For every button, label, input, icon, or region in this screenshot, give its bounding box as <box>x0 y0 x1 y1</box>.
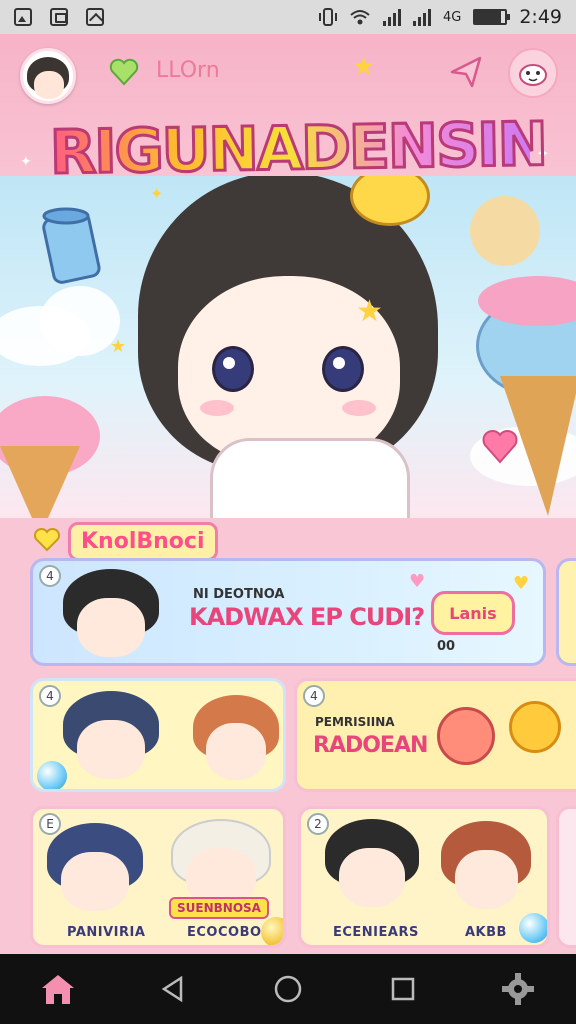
wifi-icon <box>350 10 370 25</box>
send-icon[interactable] <box>446 52 486 92</box>
mascot-sun <box>509 701 561 753</box>
settings-button[interactable] <box>493 964 543 1014</box>
next-card-peek[interactable] <box>556 806 576 948</box>
card-banner: SUENBNOSA <box>169 897 269 919</box>
card-number: 4 <box>303 685 325 707</box>
card-character <box>193 695 279 787</box>
back-icon <box>161 975 183 1003</box>
cell-signal-2-icon <box>412 8 431 26</box>
mascot-icon <box>519 64 547 86</box>
card-tag-left: ECENIEARS <box>333 925 419 940</box>
heart-icon <box>482 430 518 464</box>
profile-avatar[interactable] <box>20 48 76 104</box>
home-icon <box>41 975 74 1004</box>
main-character-shirt <box>210 438 410 518</box>
gallery-notification-icon <box>14 8 32 26</box>
navigation-bar <box>0 954 576 1024</box>
sparkle-icon: ★ <box>110 336 127 357</box>
network-type-label: 4G <box>442 9 462 25</box>
card-character <box>63 569 159 663</box>
content-section: KnolBnoci 4 NI DEOTNOA KADWAX EP CUDI? L… <box>0 518 576 954</box>
sparkle-icon: ✦ <box>20 154 32 170</box>
card-number: 2 <box>307 813 329 835</box>
card-badge-sub: 00 <box>437 639 456 654</box>
card-title: RADOEAN <box>313 733 428 758</box>
card-tag-right: AKBB <box>465 925 507 940</box>
card-number: 4 <box>39 565 61 587</box>
home-button[interactable] <box>263 964 313 1014</box>
sparkle-icon: ✦ <box>150 184 164 203</box>
card-number: E <box>39 813 61 835</box>
card-title-sub: PEMRISIINA <box>315 715 395 729</box>
character-pair-card[interactable]: 4 <box>30 678 286 792</box>
featured-card[interactable]: 4 NI DEOTNOA KADWAX EP CUDI? Lanis 00 ♥ … <box>30 558 546 666</box>
section-heart-icon <box>34 528 60 552</box>
battery-fill <box>475 11 501 23</box>
cloud <box>40 286 120 356</box>
green-heart-icon <box>109 58 139 86</box>
home-tab-button[interactable] <box>33 964 83 1014</box>
side-character <box>470 196 540 266</box>
card-number: 4 <box>39 685 61 707</box>
card-character <box>47 823 143 919</box>
recents-icon <box>391 977 415 1001</box>
bubble-icon <box>37 761 67 789</box>
home-circle-icon <box>274 975 302 1003</box>
status-bar: 4G 2:49 <box>0 0 576 34</box>
card-tag-left: PANIVIRIA <box>67 925 146 940</box>
mascot-blob <box>437 707 495 765</box>
gear-icon <box>502 973 535 1005</box>
next-card-peek[interactable] <box>556 558 576 666</box>
ice-cream-cone <box>0 446 80 518</box>
star-icon: ★ <box>352 52 376 82</box>
back-button[interactable] <box>148 964 198 1014</box>
app-subtitle: LLOrn <box>156 58 220 83</box>
card-line2: KADWAX EP CUDI? <box>189 603 425 631</box>
jar-icon <box>42 207 101 284</box>
heart-deco-icon: ♥ <box>409 571 426 592</box>
card-character <box>63 691 159 787</box>
hair-star-icon: ★ <box>356 294 383 329</box>
clock: 2:49 <box>519 6 562 28</box>
recents-button[interactable] <box>378 964 428 1014</box>
mascot-card[interactable]: 4 PEMRISIINA RADOEAN <box>294 678 576 792</box>
card-badge: Lanis <box>431 591 515 635</box>
card-line1: NI DEOTNOA <box>193 587 285 602</box>
hero-illustration: ★ ✦ ★ <box>0 176 576 518</box>
section-label: KnolBnoci <box>68 522 218 561</box>
bubble-icon <box>519 913 547 943</box>
heart-deco-icon: ♥ <box>513 573 530 594</box>
upload-notification-icon <box>86 8 104 26</box>
duo-card[interactable]: 2 ECENIEARS AKBB <box>298 806 550 948</box>
vibrate-icon <box>318 8 337 26</box>
cell-signal-icon <box>382 8 401 26</box>
mascot-menu-button[interactable] <box>508 48 558 98</box>
trio-card[interactable]: E SUENBNOSA PANIVIRIA ECOCOBO <box>30 806 286 948</box>
card-character <box>441 821 531 917</box>
card-tag-right: ECOCOBO <box>187 925 262 940</box>
battery-icon <box>473 9 511 25</box>
message-notification-icon <box>50 8 68 26</box>
gold-bubble-icon <box>261 917 283 945</box>
card-character <box>325 819 419 915</box>
